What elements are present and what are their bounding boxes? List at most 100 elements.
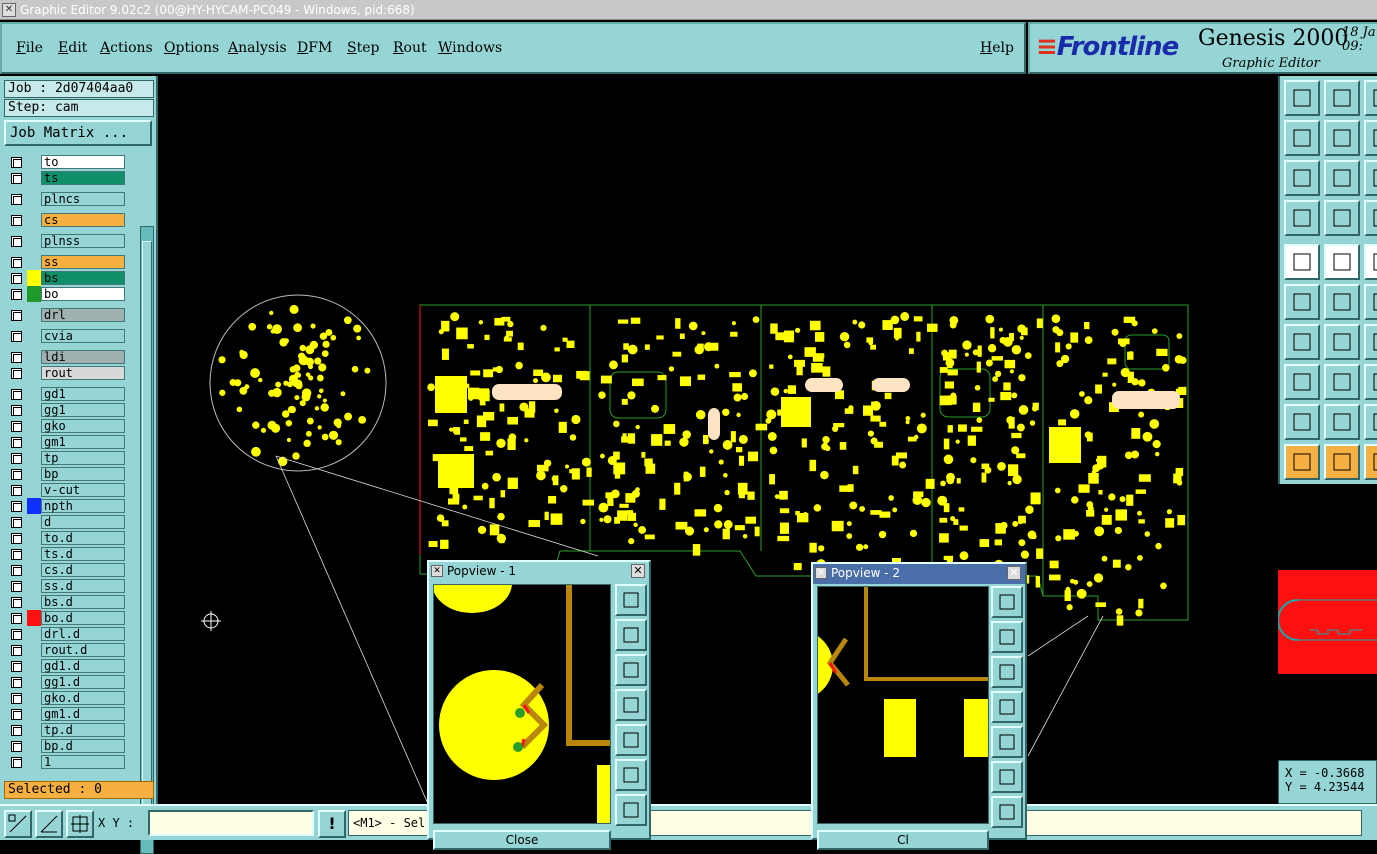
popview-tool-icon[interactable] (615, 794, 647, 826)
layer-row-d[interactable]: d (6, 514, 128, 530)
layer-checkbox[interactable] (11, 469, 22, 480)
layer-checkbox[interactable] (11, 485, 22, 496)
layer-row-gg1.d[interactable]: gg1.d (6, 674, 128, 690)
layer-color-swatch[interactable] (27, 594, 41, 610)
bracket-icon[interactable] (1364, 364, 1377, 400)
layer-name[interactable]: drl.d (41, 627, 125, 641)
layer-color-swatch[interactable] (27, 434, 41, 450)
close-icon[interactable]: ✕ (1007, 566, 1021, 580)
layer-name[interactable]: ss.d (41, 579, 125, 593)
menu-help[interactable]: Help (980, 40, 1014, 56)
undo-icon[interactable] (1364, 120, 1377, 156)
layer-name[interactable]: rout.d (41, 643, 125, 657)
layer-name[interactable]: bs (41, 271, 125, 285)
layer-color-swatch[interactable] (27, 738, 41, 754)
layer-name[interactable]: v-cut (41, 483, 125, 497)
layer-row-to[interactable]: to (6, 154, 128, 170)
layer-color-swatch[interactable] (27, 530, 41, 546)
layer-checkbox[interactable] (11, 661, 22, 672)
layer-color-swatch[interactable] (27, 386, 41, 402)
layer-color-swatch[interactable] (27, 418, 41, 434)
select-box-icon[interactable] (1324, 444, 1360, 480)
layer-name[interactable]: 1 (41, 755, 125, 769)
window-titlebar[interactable]: ✕ Graphic Editor 9.02c2 (00@HY-HYCAM-PC0… (0, 0, 1377, 20)
popview-tool-icon[interactable] (991, 656, 1023, 688)
layer-checkbox[interactable] (11, 581, 22, 592)
menu-options[interactable]: Options (164, 40, 219, 56)
grid-icon[interactable] (66, 810, 94, 838)
layer-name[interactable]: d (41, 515, 125, 529)
one-icon[interactable] (1364, 160, 1377, 196)
layer-row-tp[interactable]: tp (6, 450, 128, 466)
layer-color-swatch[interactable] (27, 642, 41, 658)
scrollbar-thumb[interactable] (142, 241, 152, 837)
layer-name[interactable]: cs (41, 213, 125, 227)
layer-name[interactable]: npth (41, 499, 125, 513)
layer-checkbox[interactable] (11, 310, 22, 321)
menu-windows[interactable]: Windows (438, 40, 502, 56)
layer-name[interactable]: ts (41, 171, 125, 185)
open-step-icon[interactable] (1284, 80, 1320, 116)
layer-name[interactable]: bs.d (41, 595, 125, 609)
layer-name[interactable]: gg1.d (41, 675, 125, 689)
layer-color-swatch[interactable] (27, 286, 41, 302)
layer-checkbox[interactable] (11, 565, 22, 576)
layer-row-ldi[interactable]: ldi (6, 349, 128, 365)
pcb-board-view[interactable] (158, 76, 1278, 804)
layer-color-swatch[interactable] (27, 626, 41, 642)
layer-name[interactable]: bp (41, 467, 125, 481)
layer-checkbox[interactable] (11, 629, 22, 640)
layer-checkbox[interactable] (11, 709, 22, 720)
layer-color-swatch[interactable] (27, 706, 41, 722)
layer-row-v-cut[interactable]: v-cut (6, 482, 128, 498)
layer-color-swatch[interactable] (27, 349, 41, 365)
layer-color-swatch[interactable] (27, 402, 41, 418)
layer-row-cs.d[interactable]: cs.d (6, 562, 128, 578)
layer-row-gko[interactable]: gko (6, 418, 128, 434)
layer-name[interactable]: cvia (41, 329, 125, 343)
layer-color-swatch[interactable] (27, 328, 41, 344)
layer-row-npth[interactable]: npth (6, 498, 128, 514)
layer-row-gd1[interactable]: gd1 (6, 386, 128, 402)
layer-name[interactable]: gm1 (41, 435, 125, 449)
layer-color-swatch[interactable] (27, 307, 41, 323)
overview-panel[interactable] (1277, 484, 1377, 760)
zoom-prev-icon[interactable] (1284, 120, 1320, 156)
layer-name[interactable]: gg1 (41, 403, 125, 417)
layer-checkbox[interactable] (11, 613, 22, 624)
layer-color-swatch[interactable] (27, 674, 41, 690)
popview-tool-icon[interactable] (991, 761, 1023, 793)
layer-row-ts.d[interactable]: ts.d (6, 546, 128, 562)
popview-tool-icon[interactable] (991, 726, 1023, 758)
layer-row-bo[interactable]: bo (6, 286, 128, 302)
select-round-icon[interactable] (1364, 444, 1377, 480)
layer-row-ss[interactable]: ss (6, 254, 128, 270)
layer-color-swatch[interactable] (27, 450, 41, 466)
layer-checkbox[interactable] (11, 677, 22, 688)
layer-checkbox[interactable] (11, 549, 22, 560)
layer-checkbox[interactable] (11, 741, 22, 752)
popview-2-titlebar[interactable]: ✕ Popview - 2 ✕ (813, 564, 1025, 584)
layer-color-swatch[interactable] (27, 562, 41, 578)
layer-checkbox[interactable] (11, 437, 22, 448)
layer-color-swatch[interactable] (27, 365, 41, 381)
close-icon[interactable]: ✕ (631, 564, 645, 578)
measure-icon[interactable] (35, 810, 63, 838)
layer-color-swatch[interactable] (27, 170, 41, 186)
layer-name[interactable]: gko.d (41, 691, 125, 705)
layer-name[interactable]: to (41, 155, 125, 169)
vertex-icon[interactable] (1284, 284, 1320, 320)
snap-icon[interactable] (4, 810, 32, 838)
diag-icon[interactable] (1324, 324, 1360, 360)
layer-name[interactable]: tp.d (41, 723, 125, 737)
popview-tool-icon[interactable] (991, 621, 1023, 653)
layer-name[interactable]: gko (41, 419, 125, 433)
cross-icon[interactable] (1324, 284, 1360, 320)
layer-checkbox[interactable] (11, 368, 22, 379)
layer-row-gm1.d[interactable]: gm1.d (6, 706, 128, 722)
ruler-icon[interactable] (1364, 244, 1377, 280)
layer-checkbox[interactable] (11, 236, 22, 247)
popview-tool-icon[interactable] (615, 619, 647, 651)
popview-1-window[interactable]: ✕ Popview - 1 ✕ Close (427, 560, 651, 850)
layer-row-to.d[interactable]: to.d (6, 530, 128, 546)
